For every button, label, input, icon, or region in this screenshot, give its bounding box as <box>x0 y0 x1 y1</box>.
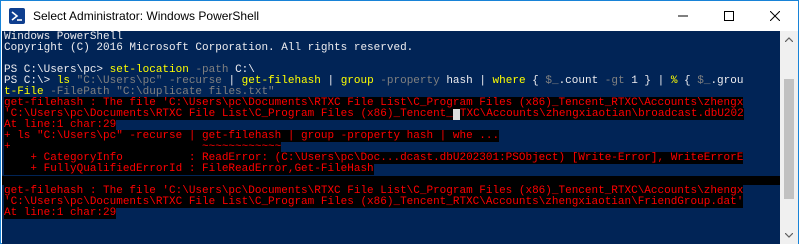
console-text-segment: hash | <box>446 75 493 87</box>
console-text-segment: Copyright (C) 2016 Microsoft Corporation… <box>4 42 414 54</box>
vertical-scrollbar[interactable] <box>780 31 798 244</box>
console-text-segment: { <box>677 75 698 87</box>
console-text-segment: .count <box>558 75 605 87</box>
console-text-segment: At line:1 char:29 <box>4 207 117 219</box>
console-line: + FullyQualifiedErrorId : FileReadError,… <box>4 163 374 175</box>
scrollbar-thumb[interactable] <box>784 79 794 199</box>
console-line: Copyright (C) 2016 Microsoft Corporation… <box>4 43 413 54</box>
window-title: Select Administrator: Windows PowerShell <box>33 9 260 23</box>
scroll-down-button[interactable] <box>780 227 798 244</box>
close-icon <box>770 11 780 21</box>
title-bar[interactable]: Select Administrator: Windows PowerShell <box>1 1 798 31</box>
console-text-segment: $_ <box>697 75 711 87</box>
close-button[interactable] <box>752 1 798 31</box>
chevron-up-icon <box>785 37 793 42</box>
window-controls <box>660 1 798 31</box>
console-line: At line:1 char:29 <box>4 207 117 219</box>
minimize-icon <box>678 15 688 17</box>
console-text-segment: 1 } | <box>624 75 671 87</box>
console-text-segment: | <box>320 75 341 87</box>
console-text-segment: -gt <box>604 75 625 87</box>
console-text-segment: { <box>525 75 546 87</box>
console-text-segment: $_ <box>545 75 559 87</box>
console-text-segment: TXC\Accounts\zhengxiaotian\broadcast.dbU… <box>459 108 744 120</box>
console-text-segment: where <box>492 75 526 87</box>
chevron-down-icon <box>785 233 793 238</box>
console-text-segment: -property <box>373 75 447 87</box>
scroll-up-button[interactable] <box>780 31 798 48</box>
console-text-segment: .grou <box>710 75 744 87</box>
powershell-icon[interactable] <box>9 8 25 24</box>
console-output[interactable]: Windows PowerShell Copyright (C) 2016 Mic… <box>2 31 780 244</box>
powershell-window: Select Administrator: Windows PowerShell… <box>0 0 799 244</box>
console-text-segment: + FullyQualifiedErrorId : FileReadError,… <box>4 163 374 175</box>
console-text-segment: group <box>340 75 374 87</box>
maximize-icon <box>724 11 734 21</box>
text-cursor <box>452 109 460 120</box>
minimize-button[interactable] <box>660 1 706 31</box>
maximize-button[interactable] <box>706 1 752 31</box>
console-blank-error-line <box>2 176 780 185</box>
